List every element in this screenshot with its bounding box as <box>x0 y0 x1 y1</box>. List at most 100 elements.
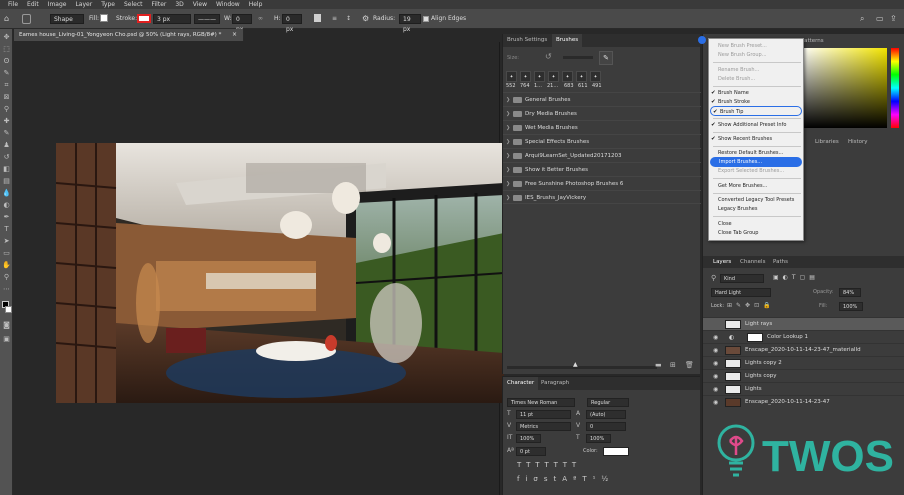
layer-row[interactable]: ◉ Enscape_2020-10-11-14-23-47_materialId <box>703 343 904 356</box>
path-align-icon[interactable]: ≡ <box>332 14 337 24</box>
brush-group-item[interactable]: ❯ Show it Better Brushes <box>503 162 701 176</box>
layer-row[interactable]: ◉ Lights copy 2 <box>703 356 904 369</box>
background-color-swatch[interactable] <box>5 306 12 313</box>
menu-item-get-more-brushes[interactable]: Get More Brushes... <box>709 181 805 191</box>
font-size-field[interactable]: 11 pt <box>516 410 571 419</box>
fill-field[interactable]: 100% <box>839 302 863 311</box>
brush-group-item[interactable]: ❯ IES_Brushs_JayVickery <box>503 190 701 204</box>
leading-field[interactable]: (Auto) <box>586 410 626 419</box>
reset-icon[interactable]: ↺ <box>545 52 552 61</box>
vertical-scale-field[interactable]: 100% <box>516 434 541 443</box>
marquee-tool-icon[interactable]: ⬚ <box>2 45 11 54</box>
color-picker-field[interactable] <box>801 48 887 128</box>
stamp-tool-icon[interactable]: ♟ <box>2 141 11 150</box>
eyedropper-tool-icon[interactable]: ⚲ <box>2 105 11 114</box>
stroke-swatch[interactable] <box>137 14 151 23</box>
baseline-shift-field[interactable]: 0 pt <box>516 447 546 456</box>
brush-tip-thumb[interactable]: ✦ <box>590 71 601 82</box>
path-ops-icon[interactable] <box>314 14 321 22</box>
tab-paths[interactable]: Paths <box>773 259 788 265</box>
menu-image[interactable]: Image <box>48 0 67 9</box>
document-tab[interactable]: Eames house_Living-01_Yongyeon Cho.psd @… <box>14 29 244 41</box>
brush-tip-thumb[interactable]: ✦ <box>520 71 531 82</box>
menu-item-export-selected-brushes[interactable]: Export Selected Brushes... <box>709 166 805 176</box>
brush-group-item[interactable]: ❯ Arqui9LearnSet_Updated20171203 <box>503 148 701 162</box>
brush-tip-thumb[interactable]: ✦ <box>534 71 545 82</box>
menu-edit[interactable]: Edit <box>27 0 39 9</box>
blur-tool-icon[interactable]: 💧 <box>2 189 11 198</box>
font-family-select[interactable]: Times New Roman <box>507 398 575 407</box>
brush-tip-thumb[interactable]: ✦ <box>562 71 573 82</box>
hue-slider[interactable] <box>891 48 899 128</box>
tab-brushes[interactable]: Brushes <box>552 34 583 47</box>
text-style-buttons[interactable]: TTTTTTT <box>517 461 581 469</box>
radius-field[interactable]: 19 px <box>399 14 421 33</box>
layer-row[interactable]: ◉ Lights copy <box>703 369 904 382</box>
menu-item-brush-tip[interactable]: ✔ Brush Tip <box>710 106 802 116</box>
menu-3d[interactable]: 3D <box>175 0 183 9</box>
slider-handle-icon[interactable]: ▲ <box>573 361 578 368</box>
tab-brush-settings[interactable]: Brush Settings <box>503 34 551 47</box>
tracking-field[interactable]: 0 <box>586 422 626 431</box>
stroke-type-select[interactable]: ——— <box>194 14 220 24</box>
tab-channels[interactable]: Channels <box>740 259 765 265</box>
history-brush-tool-icon[interactable]: ↺ <box>2 153 11 162</box>
lock-icons[interactable]: ⊞✎✥⊡🔒 <box>727 302 775 309</box>
eye-icon[interactable]: ◉ <box>713 396 718 409</box>
healing-tool-icon[interactable]: ✚ <box>2 117 11 126</box>
hand-tool-icon[interactable]: ✋ <box>2 261 11 270</box>
trash-icon[interactable]: 🗑 <box>685 361 694 369</box>
shape-tool-icon[interactable] <box>22 14 31 24</box>
panel-menu-icon[interactable] <box>698 36 706 44</box>
tab-paragraph[interactable]: Paragraph <box>537 377 573 390</box>
menu-view[interactable]: View <box>193 0 207 9</box>
size-slider[interactable] <box>563 56 593 59</box>
zoom-tool-icon[interactable]: ⚲ <box>2 273 11 282</box>
screen-mode-icon[interactable]: ▣ <box>2 335 11 344</box>
tab-history[interactable]: History <box>848 139 868 145</box>
menu-select[interactable]: Select <box>124 0 143 9</box>
layer-row[interactable]: Light rays <box>703 317 904 330</box>
menu-item-show-recent-brushes[interactable]: ✔ Show Recent Brushes <box>709 134 805 144</box>
menu-type[interactable]: Type <box>101 0 115 9</box>
font-style-select[interactable]: Regular <box>587 398 629 407</box>
quick-select-tool-icon[interactable]: ✎ <box>2 69 11 78</box>
brush-tip-thumb[interactable]: ✦ <box>548 71 559 82</box>
layer-row[interactable]: ◉ Enscape_2020-10-11-14-23-47 <box>703 395 904 408</box>
width-field[interactable]: 0 px <box>232 14 252 33</box>
opentype-buttons[interactable]: fiσstAªT¹½ <box>517 475 614 483</box>
link-icon[interactable]: ∞ <box>258 14 263 24</box>
rectangle-tool-icon[interactable]: ▭ <box>2 249 11 258</box>
kerning-field[interactable]: Metrics <box>516 422 571 431</box>
brush-tip-thumb[interactable]: ✦ <box>576 71 587 82</box>
menu-help[interactable]: Help <box>249 0 263 9</box>
menu-layer[interactable]: Layer <box>75 0 92 9</box>
brush-group-item[interactable]: ❯ Dry Media Brushes <box>503 106 701 120</box>
more-tools-icon[interactable]: ⋯ <box>2 285 11 294</box>
brush-group-item[interactable]: ❯ General Brushes <box>503 92 701 106</box>
shape-mode-select[interactable]: Shape <box>50 14 84 24</box>
menu-item-delete-brush[interactable]: Delete Brush... <box>709 74 805 84</box>
tab-layers[interactable]: Layers <box>713 259 731 265</box>
quick-mask-icon[interactable]: ◙ <box>2 321 11 330</box>
layer-filter-icons[interactable]: ▣◐T▢▤ <box>773 274 819 281</box>
home-icon[interactable]: ⌂ <box>4 14 9 24</box>
opacity-field[interactable]: 84% <box>839 288 861 297</box>
type-tool-icon[interactable]: T <box>2 225 11 234</box>
layer-row[interactable]: ◉ Lights <box>703 382 904 395</box>
new-brush-icon[interactable]: ⊞ <box>670 361 676 369</box>
horizontal-scale-field[interactable]: 100% <box>586 434 611 443</box>
dodge-tool-icon[interactable]: ◐ <box>2 201 11 210</box>
menu-window[interactable]: Window <box>216 0 240 9</box>
path-select-tool-icon[interactable]: ➤ <box>2 237 11 246</box>
frame-tool-icon[interactable]: ⊠ <box>2 93 11 102</box>
menu-file[interactable]: File <box>8 0 18 9</box>
brush-group-item[interactable]: ❯ Wet Media Brushes <box>503 120 701 134</box>
gear-icon[interactable]: ⚙ <box>362 14 369 24</box>
close-icon[interactable]: × <box>232 29 237 41</box>
align-edges-checkbox[interactable] <box>423 16 429 22</box>
brush-group-item[interactable]: ❯ Free Sunshine Photoshop Brushes 6 <box>503 176 701 190</box>
menu-item-close-tab-group[interactable]: Close Tab Group <box>709 228 805 238</box>
path-arrange-icon[interactable]: ↕ <box>346 14 351 24</box>
menu-item-new-brush-group[interactable]: New Brush Group... <box>709 50 805 60</box>
